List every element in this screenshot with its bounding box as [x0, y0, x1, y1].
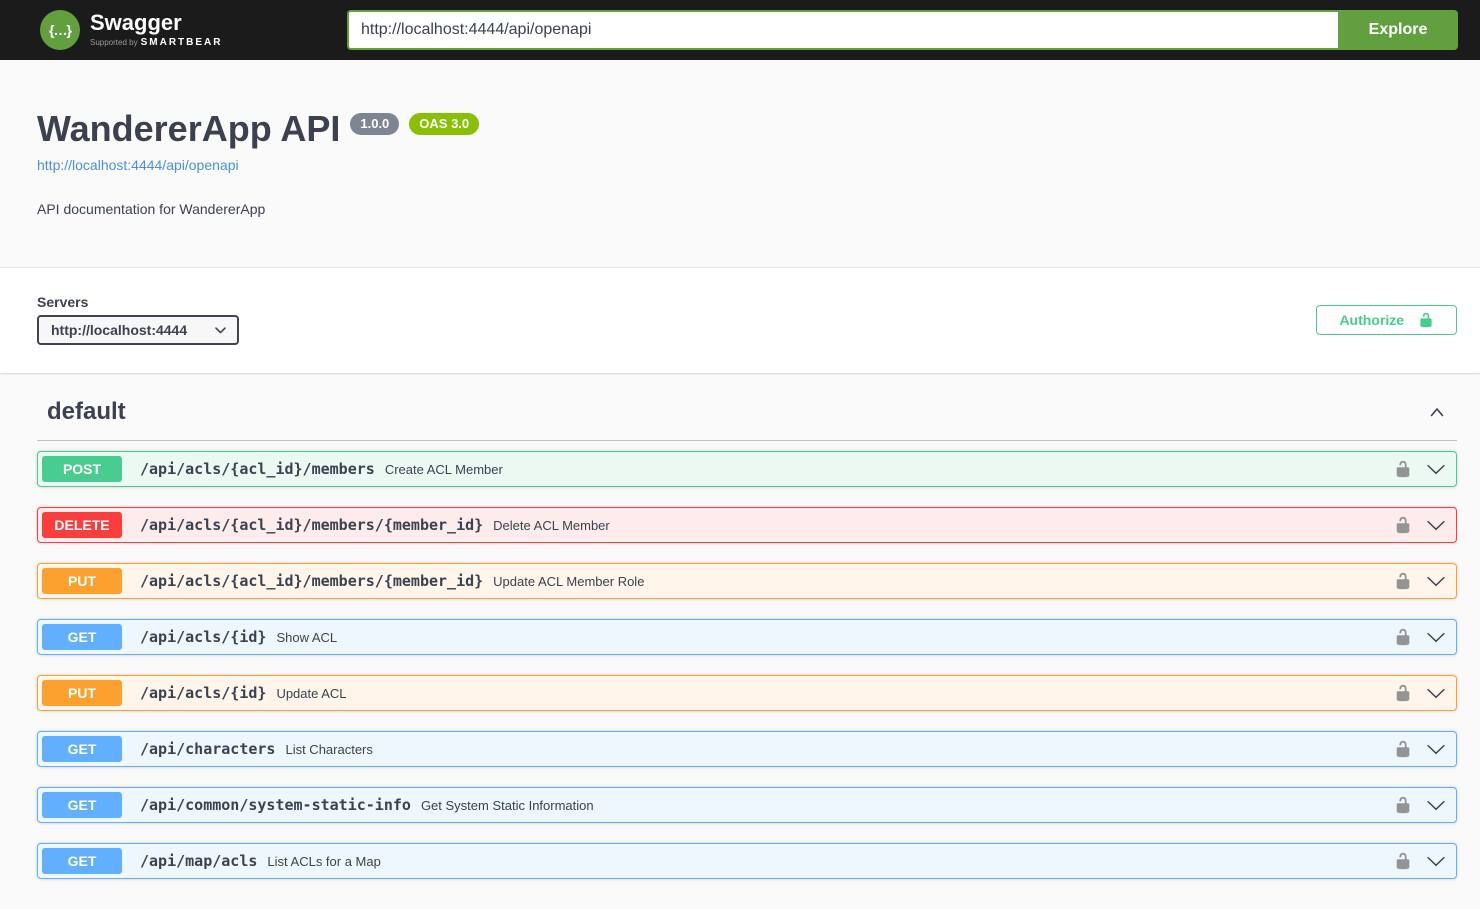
operations-list: POST /api/acls/{acl_id}/members Create A…: [37, 441, 1457, 880]
op-path[interactable]: /api/acls/{id}: [132, 628, 274, 646]
operation-auth-button[interactable]: [1394, 796, 1412, 814]
op-summary: Update ACL Member Role: [493, 573, 645, 589]
topbar: {…} Swagger Supported bySMARTBEAR Explor…: [0, 0, 1480, 60]
info-section: WandererApp API 1.0.0 OAS 3.0 http://loc…: [0, 60, 1480, 267]
unlocked-padlock-icon: [1396, 685, 1410, 702]
swagger-logo[interactable]: {…} Swagger Supported by SMARTBEAR: [40, 10, 347, 50]
tag-header-default[interactable]: default: [37, 398, 1457, 442]
method-badge: GET: [42, 792, 122, 819]
op-path[interactable]: /api/acls/{acl_id}/members/{member_id}: [132, 516, 491, 534]
smartbear-brand: SMARTBEAR: [140, 37, 223, 48]
chevron-down-icon[interactable]: [1426, 571, 1446, 591]
swagger-logo-icon: {…}: [40, 10, 80, 50]
op-path[interactable]: /api/map/acls: [132, 852, 265, 870]
operation-auth-button[interactable]: [1394, 628, 1412, 646]
tag-title: default: [47, 398, 126, 426]
operation-row[interactable]: PUT /api/acls/{id} Update ACL: [37, 675, 1457, 712]
operation-auth-button[interactable]: [1394, 740, 1412, 758]
op-summary: Delete ACL Member: [493, 517, 610, 533]
operation-row[interactable]: POST /api/acls/{acl_id}/members Create A…: [37, 451, 1457, 488]
operation-row[interactable]: PUT /api/acls/{acl_id}/members/{member_i…: [37, 563, 1457, 600]
logo-tagline: Supported by SMARTBEAR: [90, 37, 223, 48]
op-summary: Create ACL Member: [384, 461, 503, 477]
chevron-down-icon[interactable]: [1426, 795, 1446, 815]
chevron-down-icon[interactable]: [1426, 627, 1446, 647]
explore-form: Explore: [347, 10, 1458, 50]
unlocked-padlock-icon: [1396, 741, 1410, 758]
unlocked-padlock-icon: [1396, 461, 1410, 478]
chevron-down-icon[interactable]: [1426, 739, 1446, 759]
unlocked-padlock-icon: [1396, 797, 1410, 814]
unlocked-padlock-icon: [1396, 629, 1410, 646]
unlocked-padlock-icon: [1420, 312, 1432, 328]
operations-section: default POST /api/acls/{acl_id}/members …: [0, 373, 1480, 909]
chevron-down-icon[interactable]: [1426, 515, 1446, 535]
api-title: WandererApp API 1.0.0 OAS 3.0: [37, 108, 1457, 149]
method-badge: GET: [42, 848, 122, 875]
api-description: API documentation for WandererApp: [37, 201, 266, 218]
chevron-up-icon: [1430, 408, 1444, 417]
op-path[interactable]: /api/acls/{acl_id}/members: [132, 460, 383, 478]
oas-badge: OAS 3.0: [409, 113, 480, 136]
operation-auth-button[interactable]: [1394, 516, 1412, 534]
operation-row[interactable]: GET /api/common/system-static-info Get S…: [37, 787, 1457, 824]
spec-link[interactable]: http://localhost:4444/api/openapi: [37, 157, 239, 173]
explore-button[interactable]: Explore: [1338, 10, 1458, 50]
op-path[interactable]: /api/acls/{acl_id}/members/{member_id}: [132, 572, 491, 590]
op-summary: List Characters: [285, 741, 373, 757]
op-path[interactable]: /api/characters: [132, 740, 283, 758]
unlocked-padlock-icon: [1396, 573, 1410, 590]
operation-row[interactable]: GET /api/characters List Characters: [37, 731, 1457, 768]
logo-title: Swagger: [90, 10, 182, 35]
scheme-container: Servers http://localhost:4444 Authorize: [0, 267, 1480, 374]
op-path[interactable]: /api/common/system-static-info: [132, 796, 419, 814]
op-summary: Get System Static Information: [420, 797, 594, 813]
operation-row[interactable]: GET /api/acls/{id} Show ACL: [37, 619, 1457, 656]
spec-url-input[interactable]: [347, 10, 1338, 50]
servers-block: Servers http://localhost:4444: [37, 294, 239, 346]
operation-row[interactable]: GET /api/map/acls List ACLs for a Map: [37, 843, 1457, 880]
version-badge: 1.0.0: [350, 113, 400, 136]
chevron-down-icon[interactable]: [1426, 851, 1446, 871]
api-title-text: WandererApp API: [37, 108, 341, 149]
operation-row[interactable]: DELETE /api/acls/{acl_id}/members/{membe…: [37, 507, 1457, 544]
unlocked-padlock-icon: [1396, 853, 1410, 870]
method-badge: PUT: [42, 568, 122, 595]
chevron-down-icon[interactable]: [1426, 459, 1446, 479]
op-summary: Show ACL: [276, 629, 338, 645]
op-summary: Update ACL: [276, 685, 347, 701]
method-badge: PUT: [42, 680, 122, 707]
authorize-button[interactable]: Authorize: [1316, 304, 1457, 335]
servers-select[interactable]: http://localhost:4444: [37, 315, 239, 346]
collapse-section-button[interactable]: [1427, 402, 1447, 422]
method-badge: POST: [42, 456, 122, 483]
servers-label: Servers: [37, 294, 89, 311]
authorize-label: Authorize: [1339, 311, 1404, 328]
operation-auth-button[interactable]: [1394, 684, 1412, 702]
operation-auth-button[interactable]: [1394, 460, 1412, 478]
op-summary: List ACLs for a Map: [267, 853, 381, 869]
operation-auth-button[interactable]: [1394, 852, 1412, 870]
method-badge: DELETE: [42, 512, 122, 539]
op-path[interactable]: /api/acls/{id}: [132, 684, 274, 702]
unlocked-padlock-icon: [1396, 517, 1410, 534]
method-badge: GET: [42, 736, 122, 763]
method-badge: GET: [42, 624, 122, 651]
chevron-down-icon[interactable]: [1426, 683, 1446, 703]
operation-auth-button[interactable]: [1394, 572, 1412, 590]
